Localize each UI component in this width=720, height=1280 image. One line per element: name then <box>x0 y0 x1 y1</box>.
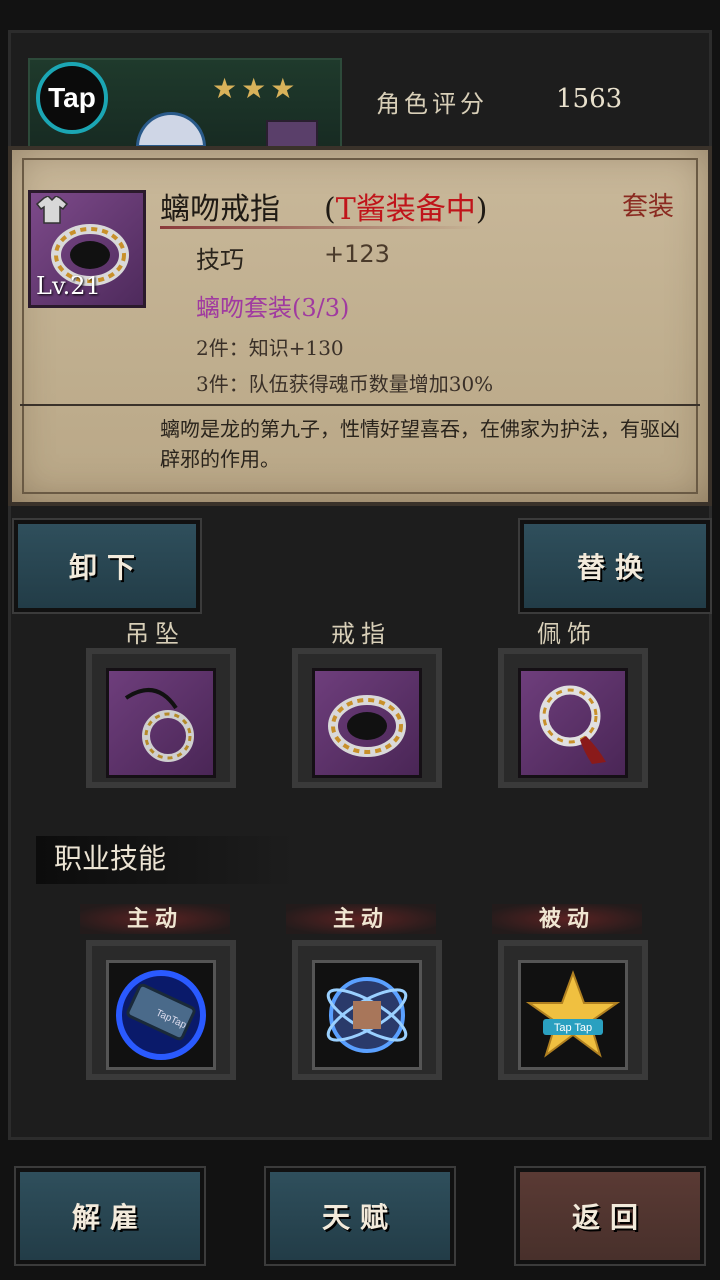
replace-button[interactable]: 替换 <box>518 518 712 614</box>
skill-tag-1: 主动 <box>80 904 230 934</box>
title-underline <box>160 226 480 229</box>
orbit-skill-icon <box>312 960 422 1070</box>
equipment-slot-pendant[interactable] <box>86 648 236 788</box>
ring-icon <box>312 668 422 778</box>
item-description: 螭吻是龙的第九子，性情好望喜吞，在佛家为护法，有驱凶辟邪的作用。 <box>160 417 680 471</box>
equip-status: (T酱装备中) <box>324 184 487 228</box>
rating-label: 角色评分 <box>376 90 488 118</box>
skills-section-title: 职业技能 <box>36 836 294 884</box>
skill-3-icon-text: Tap Tap <box>554 1022 592 1034</box>
item-name: 螭吻戒指 <box>160 192 280 227</box>
pendant-icon <box>106 668 216 778</box>
scroll-skill-icon: TapTap <box>106 960 216 1070</box>
ornament-icon <box>518 668 628 778</box>
status-close-paren: ) <box>475 192 488 227</box>
tap-logo-icon: Tap <box>36 62 108 134</box>
skill-slot-3[interactable]: Tap Tap <box>498 940 648 1080</box>
set-tag: 套装 <box>622 192 675 222</box>
stat-name: 技巧 <box>196 246 244 274</box>
slot-label-ring: 戒指 <box>331 620 391 648</box>
tooltip-divider <box>20 404 700 406</box>
equipped-shirt-icon <box>36 196 68 224</box>
skill-slot-1[interactable]: TapTap <box>86 940 236 1080</box>
item-level: Lv.21 <box>36 272 101 300</box>
back-button[interactable]: 返回 <box>514 1166 706 1266</box>
status-open-paren: ( <box>324 192 336 227</box>
unequip-button[interactable]: 卸下 <box>12 518 202 614</box>
set-bonus-2: 2件：知识+130 <box>196 336 344 360</box>
star-skill-icon: Tap Tap <box>518 960 628 1070</box>
rating-value: 1563 <box>556 84 623 114</box>
dismiss-button[interactable]: 解雇 <box>14 1166 206 1266</box>
skill-tag-2: 主动 <box>286 904 436 934</box>
slot-label-pendant: 吊坠 <box>125 620 185 648</box>
set-bonus-3: 3件：队伍获得魂币数量增加30% <box>196 372 494 396</box>
equipment-slot-ring[interactable] <box>292 648 442 788</box>
equipment-slot-ornament[interactable] <box>498 648 648 788</box>
set-name: 螭吻套装(3/3) <box>196 294 350 322</box>
star-rating: ★★★ <box>212 72 300 105</box>
skill-tag-3: 被动 <box>492 904 642 934</box>
slot-label-ornament: 佩饰 <box>537 620 597 648</box>
status-text: T酱装备中 <box>335 192 476 227</box>
skill-slot-2[interactable] <box>292 940 442 1080</box>
stat-value: +123 <box>324 240 390 268</box>
talent-button[interactable]: 天赋 <box>264 1166 456 1266</box>
